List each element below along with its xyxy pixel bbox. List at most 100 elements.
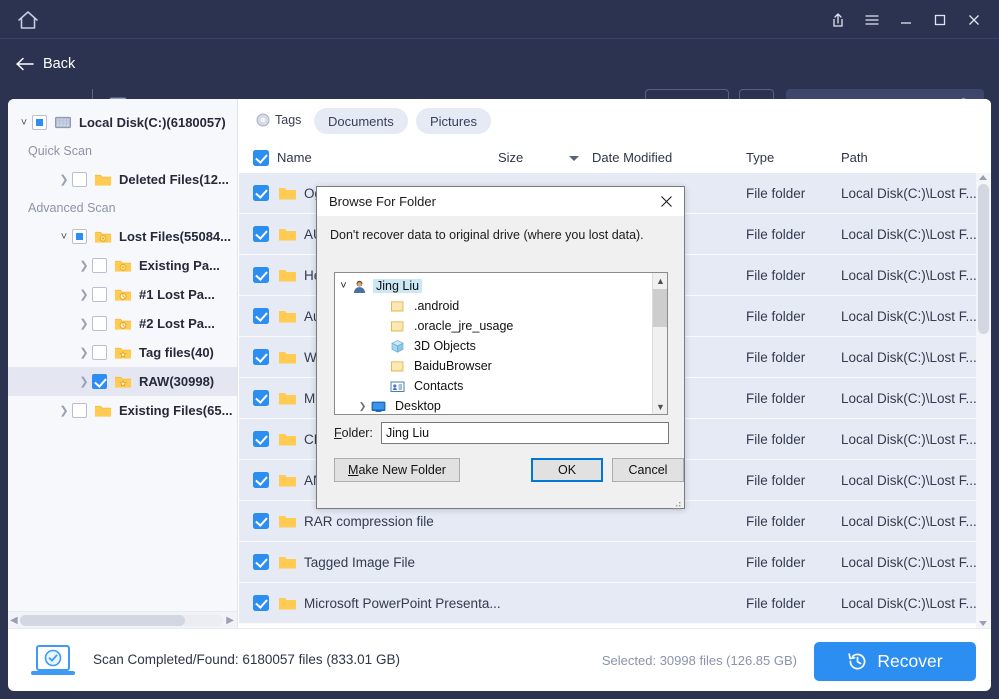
tree-caret-expanded-icon[interactable]: ˅ — [56, 231, 72, 243]
tree-item-checkbox[interactable] — [92, 316, 107, 331]
scroll-left-arrow-icon[interactable]: ◀ — [10, 615, 18, 626]
dialog-tree-item-4[interactable]: BaiduBrowser — [335, 356, 653, 376]
sidebar-item-1[interactable]: ˅Lost Files(55084... — [8, 222, 238, 251]
dialog-cancel-button[interactable]: Cancel — [612, 458, 684, 482]
tree-caret-collapsed-icon[interactable]: ❯ — [76, 259, 92, 272]
share-upload-icon[interactable] — [821, 3, 855, 37]
tree-caret-collapsed-icon[interactable]: ❯ — [354, 401, 371, 412]
row-checkbox[interactable] — [253, 595, 269, 611]
dialog-tree-item-0[interactable]: ˅Jing Liu — [335, 276, 653, 296]
scrollbar-thumb[interactable] — [20, 615, 185, 626]
column-header-size[interactable]: Size — [498, 150, 523, 165]
dialog-tree-item-3[interactable]: 3D Objects — [335, 336, 653, 356]
scrollbar-thumb[interactable] — [653, 289, 668, 327]
make-new-folder-button[interactable]: Make New Folder — [334, 458, 460, 482]
scroll-right-arrow-icon[interactable]: ▶ — [226, 615, 234, 626]
resize-grip-icon[interactable] — [673, 497, 681, 505]
column-header-path[interactable]: Path — [841, 150, 868, 165]
dialog-tree-scrollbar[interactable]: ▲ ▼ — [652, 273, 667, 414]
scroll-up-arrow-icon[interactable] — [979, 175, 987, 180]
sidebar-item-root[interactable]: ˅Local Disk(C:)(6180057) — [8, 108, 238, 137]
dialog-tree-item-1[interactable]: .android — [335, 296, 653, 316]
sidebar-item-2[interactable]: ❯Existing Pa... — [8, 251, 238, 280]
tree-caret-expanded-icon[interactable]: ˅ — [16, 117, 32, 129]
close-icon[interactable] — [957, 3, 991, 37]
row-checkbox[interactable] — [253, 226, 269, 242]
sidebar-item-label: #2 Lost Pa... — [139, 316, 215, 331]
dialog-tree-item-2[interactable]: .oracle_jre_usage — [335, 316, 653, 336]
column-header-type[interactable]: Type — [746, 150, 774, 165]
tree-item-checkbox[interactable] — [92, 345, 107, 360]
tree-caret-expanded-icon[interactable]: ˅ — [335, 280, 352, 292]
tree-item-checkbox[interactable] — [72, 229, 87, 244]
dialog-tree-item-label: .android — [411, 299, 462, 313]
tree-caret-collapsed-icon[interactable]: ❯ — [56, 404, 72, 417]
sort-descending-caret-icon[interactable] — [569, 156, 579, 161]
sidebar-item-0[interactable]: ❯Deleted Files(12... — [8, 165, 238, 194]
folder-icon — [278, 349, 297, 365]
sidebar-item-5[interactable]: ❯Tag files(40) — [8, 338, 238, 367]
sidebar-item-4[interactable]: ❯ #2 Lost Pa... — [8, 309, 238, 338]
hamburger-menu-icon[interactable] — [855, 3, 889, 37]
dialog-folder-tree[interactable]: ˅Jing Liu .android .oracle_jre_usage3D Obj… — [334, 272, 668, 415]
chevron-up-icon[interactable]: ▲ — [653, 273, 668, 288]
row-checkbox[interactable] — [253, 431, 269, 447]
tree-item-checkbox[interactable] — [72, 403, 87, 418]
tree-item-checkbox[interactable] — [92, 374, 107, 389]
tree-caret-collapsed-icon[interactable]: ❯ — [76, 346, 92, 359]
dialog-close-icon[interactable] — [652, 189, 680, 214]
file-list-vertical-scrollbar[interactable] — [976, 173, 991, 628]
dialog-ok-button[interactable]: OK — [531, 458, 603, 482]
sidebar-group-label: Quick Scan — [8, 137, 238, 165]
folder-blank — [390, 299, 406, 314]
tag-pill-documents[interactable]: Documents — [314, 108, 408, 134]
row-checkbox[interactable] — [253, 513, 269, 529]
row-checkbox[interactable] — [253, 267, 269, 283]
folder-blank — [390, 319, 406, 334]
tree-caret-collapsed-icon[interactable]: ❯ — [76, 375, 92, 388]
row-checkbox[interactable] — [253, 554, 269, 570]
folder-icon — [278, 513, 297, 529]
tree-item-checkbox[interactable] — [92, 258, 107, 273]
tag-pill-pictures[interactable]: Pictures — [416, 108, 491, 134]
row-path: Local Disk(C:)\Lost F... — [841, 309, 977, 324]
column-header-name[interactable]: Name — [277, 150, 312, 165]
folder-icon — [278, 595, 297, 611]
row-checkbox[interactable] — [253, 185, 269, 201]
chevron-down-icon[interactable]: ▼ — [653, 399, 668, 414]
minimize-icon[interactable] — [889, 3, 923, 37]
sidebar-item-7[interactable]: ❯Existing Files(65... — [8, 396, 238, 425]
scrollbar-thumb[interactable] — [978, 184, 989, 334]
navigation-bar: Back ❯ Local Disk(C:) ❯ Lost Files ❯ RAW… — [0, 39, 999, 97]
tree-item-checkbox[interactable] — [92, 287, 107, 302]
cube-icon — [390, 339, 406, 354]
row-checkbox[interactable] — [253, 349, 269, 365]
dialog-folder-input[interactable] — [381, 422, 669, 444]
recover-button[interactable]: Recover — [814, 642, 976, 681]
column-header-date-modified[interactable]: Date Modified — [592, 150, 672, 165]
table-row[interactable]: Microsoft PowerPoint Presenta...File fol… — [239, 583, 991, 624]
folder-icon — [278, 431, 297, 447]
select-all-checkbox[interactable] — [253, 150, 269, 166]
dialog-tree-item-6[interactable]: ❯Desktop — [335, 396, 653, 415]
folder-icon — [278, 390, 297, 406]
sidebar-horizontal-scrollbar[interactable]: ◀ ▶ — [8, 611, 237, 628]
tree-caret-collapsed-icon[interactable]: ❯ — [56, 173, 72, 186]
back-button[interactable]: Back — [16, 56, 75, 72]
home-icon[interactable] — [16, 9, 40, 31]
row-checkbox[interactable] — [253, 308, 269, 324]
table-row[interactable]: Tagged Image FileFile folderLocal Disk(C… — [239, 542, 991, 583]
scroll-down-arrow-icon[interactable] — [979, 621, 987, 626]
row-name: Tagged Image File — [304, 555, 415, 570]
row-checkbox[interactable] — [253, 390, 269, 406]
folder-icon — [278, 554, 297, 570]
sidebar-item-6[interactable]: ❯RAW(30998) — [8, 367, 238, 396]
row-checkbox[interactable] — [253, 472, 269, 488]
tree-item-checkbox[interactable] — [72, 172, 87, 187]
tree-caret-collapsed-icon[interactable]: ❯ — [76, 288, 92, 301]
maximize-icon[interactable] — [923, 3, 957, 37]
sidebar-item-3[interactable]: ❯#1 Lost Pa... — [8, 280, 238, 309]
tree-caret-collapsed-icon[interactable]: ❯ — [76, 317, 92, 330]
tree-item-checkbox[interactable] — [32, 115, 47, 130]
dialog-tree-item-5[interactable]: Contacts — [335, 376, 653, 396]
